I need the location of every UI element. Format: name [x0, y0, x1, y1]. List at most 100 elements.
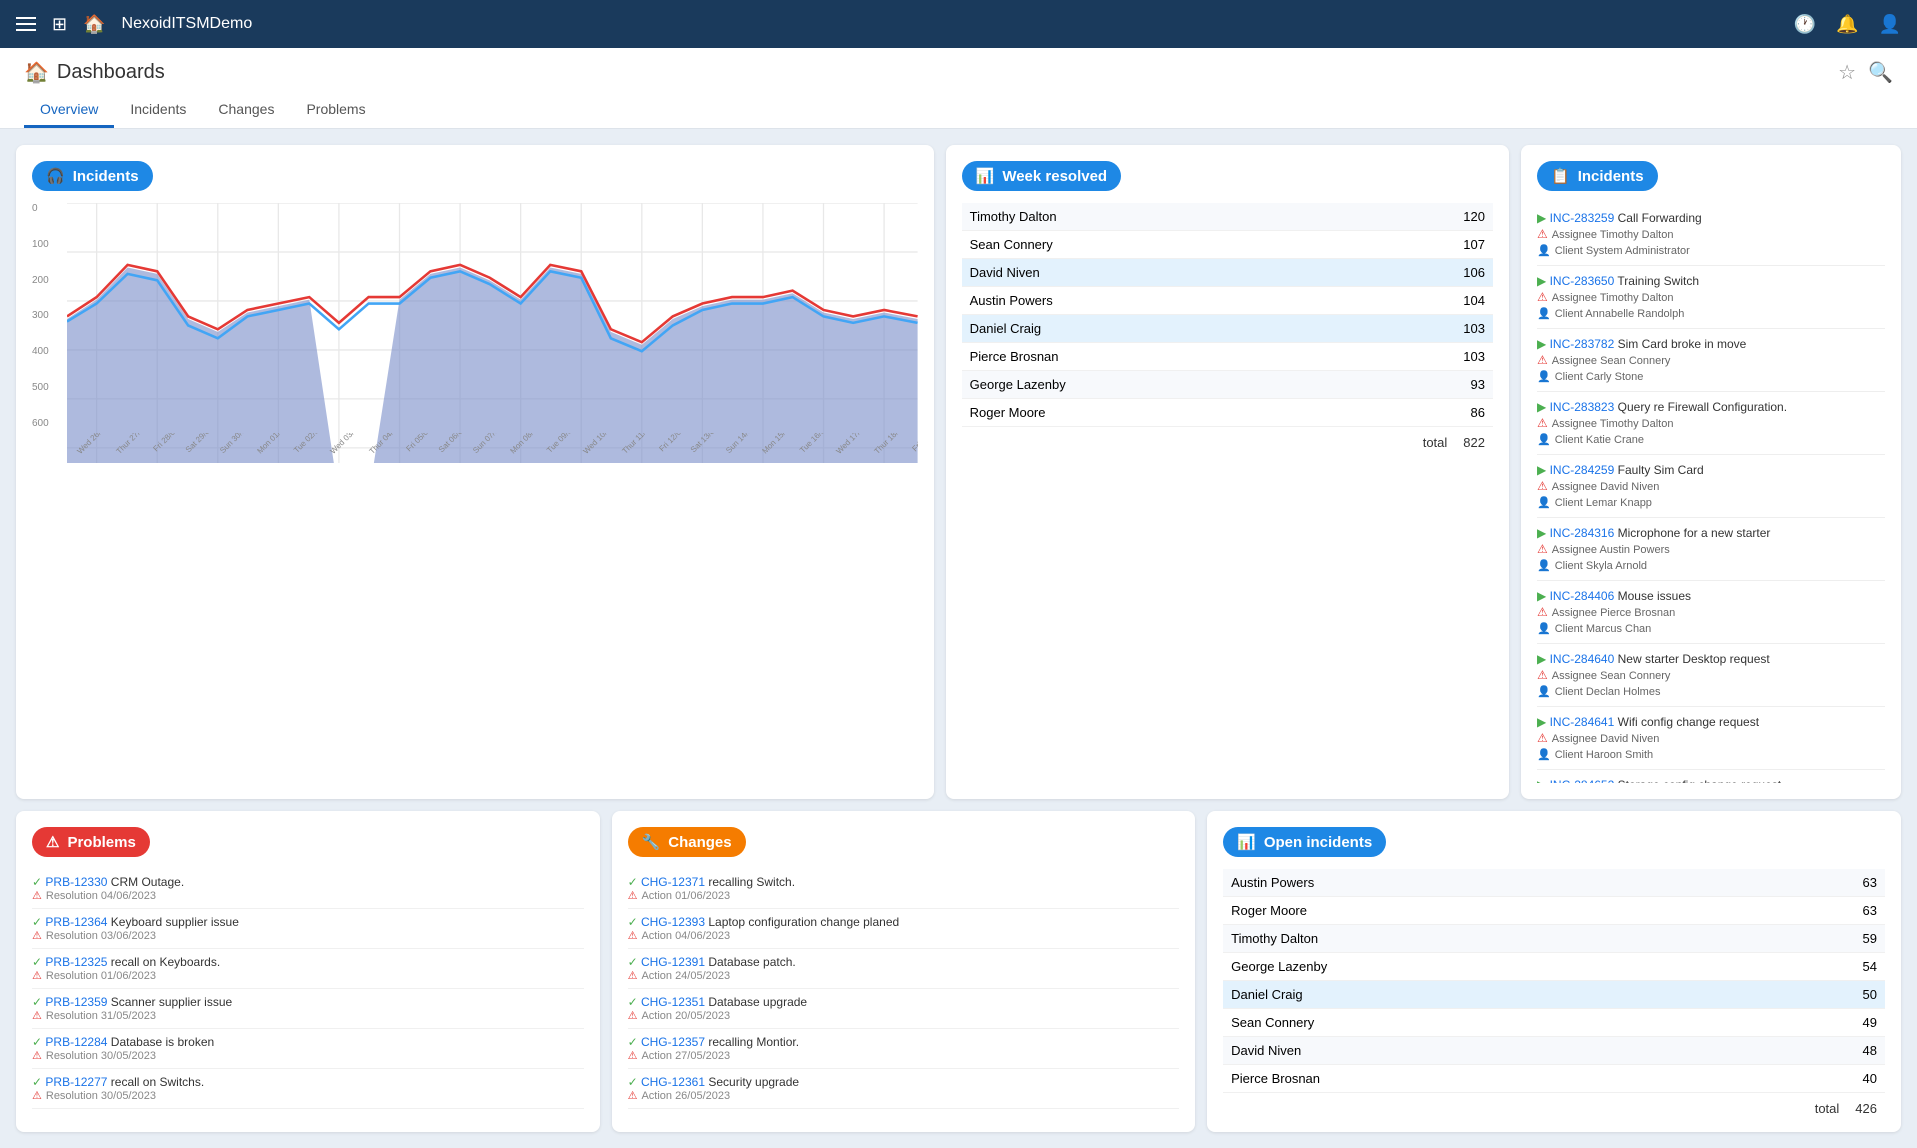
problem-item-2[interactable]: ✓ PRB-12325 recall on Keyboards. ⚠ Resol… [32, 949, 584, 989]
change-item-1[interactable]: ✓ CHG-12393 Laptop configuration change … [628, 909, 1180, 949]
user-meta-icon: 👤 [1537, 559, 1551, 572]
incident-item-1[interactable]: ▶ INC-283650 Training Switch ⚠Assignee T… [1537, 266, 1885, 329]
changes-card: 🔧 Changes ✓ CHG-12371 recalling Switch. … [612, 811, 1196, 1132]
incident-item-3[interactable]: ▶ INC-283823 Query re Firewall Configura… [1537, 392, 1885, 455]
page-title: Dashboards [57, 61, 165, 84]
warning-icon: ⚠ [1537, 479, 1548, 493]
star-icon[interactable]: ☆ [1838, 60, 1856, 85]
bar-chart-icon: 📊 [976, 167, 995, 185]
incidents-list-label: Incidents [1578, 168, 1644, 185]
incident-item-5[interactable]: ▶ INC-284316 Microphone for a new starte… [1537, 518, 1885, 581]
open-row-4: Daniel Craig50 [1223, 981, 1885, 1009]
clock-icon[interactable]: 🕐 [1794, 14, 1816, 35]
home-nav-icon[interactable]: 🏠 [83, 14, 105, 35]
warning-small-icon: ⚠ [628, 1089, 638, 1102]
tab-changes[interactable]: Changes [202, 93, 290, 128]
open-row-6: David Niven48 [1223, 1037, 1885, 1065]
incident-item-2[interactable]: ▶ INC-283782 Sim Card broke in move ⚠Ass… [1537, 329, 1885, 392]
search-icon[interactable]: 🔍 [1868, 60, 1893, 85]
wrench-icon: 🔧 [642, 833, 661, 851]
check-icon: ✓ [32, 1075, 42, 1089]
warning-icon: ⚠ [1537, 605, 1548, 619]
change-item-3[interactable]: ✓ CHG-12351 Database upgrade ⚠ Action 20… [628, 989, 1180, 1029]
incident-item-8[interactable]: ▶ INC-284641 Wifi config change request … [1537, 707, 1885, 770]
incidents-chart: 600 500 400 300 200 100 0 [32, 203, 918, 463]
warning-icon: ⚠ [1537, 290, 1548, 304]
warning-icon: ⚠ [1537, 416, 1548, 430]
bell-icon[interactable]: 🔔 [1836, 14, 1858, 35]
change-item-4[interactable]: ✓ CHG-12357 recalling Montior. ⚠ Action … [628, 1029, 1180, 1069]
resolved-row-7: Roger Moore86 [962, 399, 1493, 427]
week-resolved-table: Timothy Dalton120 Sean Connery107 David … [962, 203, 1493, 450]
main-content: 🎧 Incidents 600 500 400 300 200 100 0 [0, 129, 1917, 1148]
warning-icon: ⚠ [1537, 731, 1548, 745]
problem-item-4[interactable]: ✓ PRB-12284 Database is broken ⚠ Resolut… [32, 1029, 584, 1069]
play-icon: ▶ [1537, 589, 1546, 603]
play-icon: ▶ [1537, 274, 1546, 288]
check-icon: ✓ [32, 1035, 42, 1049]
incident-item-6[interactable]: ▶ INC-284406 Mouse issues ⚠Assignee Pier… [1537, 581, 1885, 644]
change-item-5[interactable]: ✓ CHG-12361 Security upgrade ⚠ Action 26… [628, 1069, 1180, 1109]
tab-incidents[interactable]: Incidents [114, 93, 202, 128]
incidents-badge: 🎧 Incidents [32, 161, 153, 191]
hamburger-menu[interactable] [16, 17, 36, 31]
apps-icon[interactable]: ⊞ [52, 14, 67, 35]
check-icon: ✓ [32, 955, 42, 969]
warning-small-icon: ⚠ [32, 969, 42, 982]
user-meta-icon: 👤 [1537, 433, 1551, 446]
warning-icon: ⚠ [1537, 227, 1548, 241]
week-resolved-badge: 📊 Week resolved [962, 161, 1121, 191]
problems-list[interactable]: ✓ PRB-12330 CRM Outage. ⚠ Resolution 04/… [32, 869, 584, 1109]
incident-item-0[interactable]: ▶ INC-283259 Call Forwarding ⚠Assignee T… [1537, 203, 1885, 266]
change-item-0[interactable]: ✓ CHG-12371 recalling Switch. ⚠ Action 0… [628, 869, 1180, 909]
resolved-row-1: Sean Connery107 [962, 231, 1493, 259]
changes-list[interactable]: ✓ CHG-12371 recalling Switch. ⚠ Action 0… [628, 869, 1180, 1109]
user-meta-icon: 👤 [1537, 496, 1551, 509]
check-icon: ✓ [628, 875, 638, 889]
headset-icon: 🎧 [46, 167, 65, 185]
tab-overview[interactable]: Overview [24, 93, 114, 128]
tabs: Overview Incidents Changes Problems [24, 93, 1893, 128]
play-icon: ▶ [1537, 778, 1546, 783]
warning-small-icon: ⚠ [628, 1049, 638, 1062]
chart-x-labels: Wed 26/04 Thur 27/04 Fri 28/04 Sat 29/04… [67, 433, 918, 463]
user-meta-icon: 👤 [1537, 370, 1551, 383]
open-total: total 426 [1223, 1093, 1885, 1116]
incident-item-4[interactable]: ▶ INC-284259 Faulty Sim Card ⚠Assignee D… [1537, 455, 1885, 518]
play-icon: ▶ [1537, 463, 1546, 477]
change-item-2[interactable]: ✓ CHG-12391 Database patch. ⚠ Action 24/… [628, 949, 1180, 989]
changes-label: Changes [668, 834, 731, 851]
user-meta-icon: 👤 [1537, 307, 1551, 320]
warning-small-icon: ⚠ [32, 1049, 42, 1062]
incident-item-9[interactable]: ▶ INC-284652 Storage config change reque… [1537, 770, 1885, 783]
check-icon: ✓ [32, 995, 42, 1009]
warning-small-icon: ⚠ [32, 929, 42, 942]
play-icon: ▶ [1537, 337, 1546, 351]
week-resolved-label: Week resolved [1002, 168, 1107, 185]
page-title-area: 🏠 Dashboards [24, 60, 165, 85]
incident-item-7[interactable]: ▶ INC-284640 New starter Desktop request… [1537, 644, 1885, 707]
clipboard-icon: 📋 [1551, 167, 1570, 185]
warning-badge-icon: ⚠ [46, 833, 59, 851]
chart-y-axis: 600 500 400 300 200 100 0 [32, 203, 67, 433]
incidents-list-card: 📋 Incidents ▶ INC-283259 Call Forwarding… [1521, 145, 1901, 799]
problem-item-3[interactable]: ✓ PRB-12359 Scanner supplier issue ⚠ Res… [32, 989, 584, 1029]
incidents-list[interactable]: ▶ INC-283259 Call Forwarding ⚠Assignee T… [1537, 203, 1885, 783]
warning-icon: ⚠ [1537, 668, 1548, 682]
problem-item-5[interactable]: ✓ PRB-12277 recall on Switchs. ⚠ Resolut… [32, 1069, 584, 1109]
user-icon[interactable]: 👤 [1879, 14, 1901, 35]
problems-card: ⚠ Problems ✓ PRB-12330 CRM Outage. ⚠ Res… [16, 811, 600, 1132]
problems-badge: ⚠ Problems [32, 827, 150, 857]
warning-small-icon: ⚠ [628, 969, 638, 982]
user-meta-icon: 👤 [1537, 685, 1551, 698]
open-row-2: Timothy Dalton59 [1223, 925, 1885, 953]
check-icon: ✓ [32, 915, 42, 929]
play-icon: ▶ [1537, 715, 1546, 729]
resolved-total: total 822 [962, 427, 1493, 450]
open-row-1: Roger Moore63 [1223, 897, 1885, 925]
problem-item-0[interactable]: ✓ PRB-12330 CRM Outage. ⚠ Resolution 04/… [32, 869, 584, 909]
warning-small-icon: ⚠ [32, 1089, 42, 1102]
tab-problems[interactable]: Problems [290, 93, 381, 128]
problem-item-1[interactable]: ✓ PRB-12364 Keyboard supplier issue ⚠ Re… [32, 909, 584, 949]
incidents-list-badge: 📋 Incidents [1537, 161, 1658, 191]
